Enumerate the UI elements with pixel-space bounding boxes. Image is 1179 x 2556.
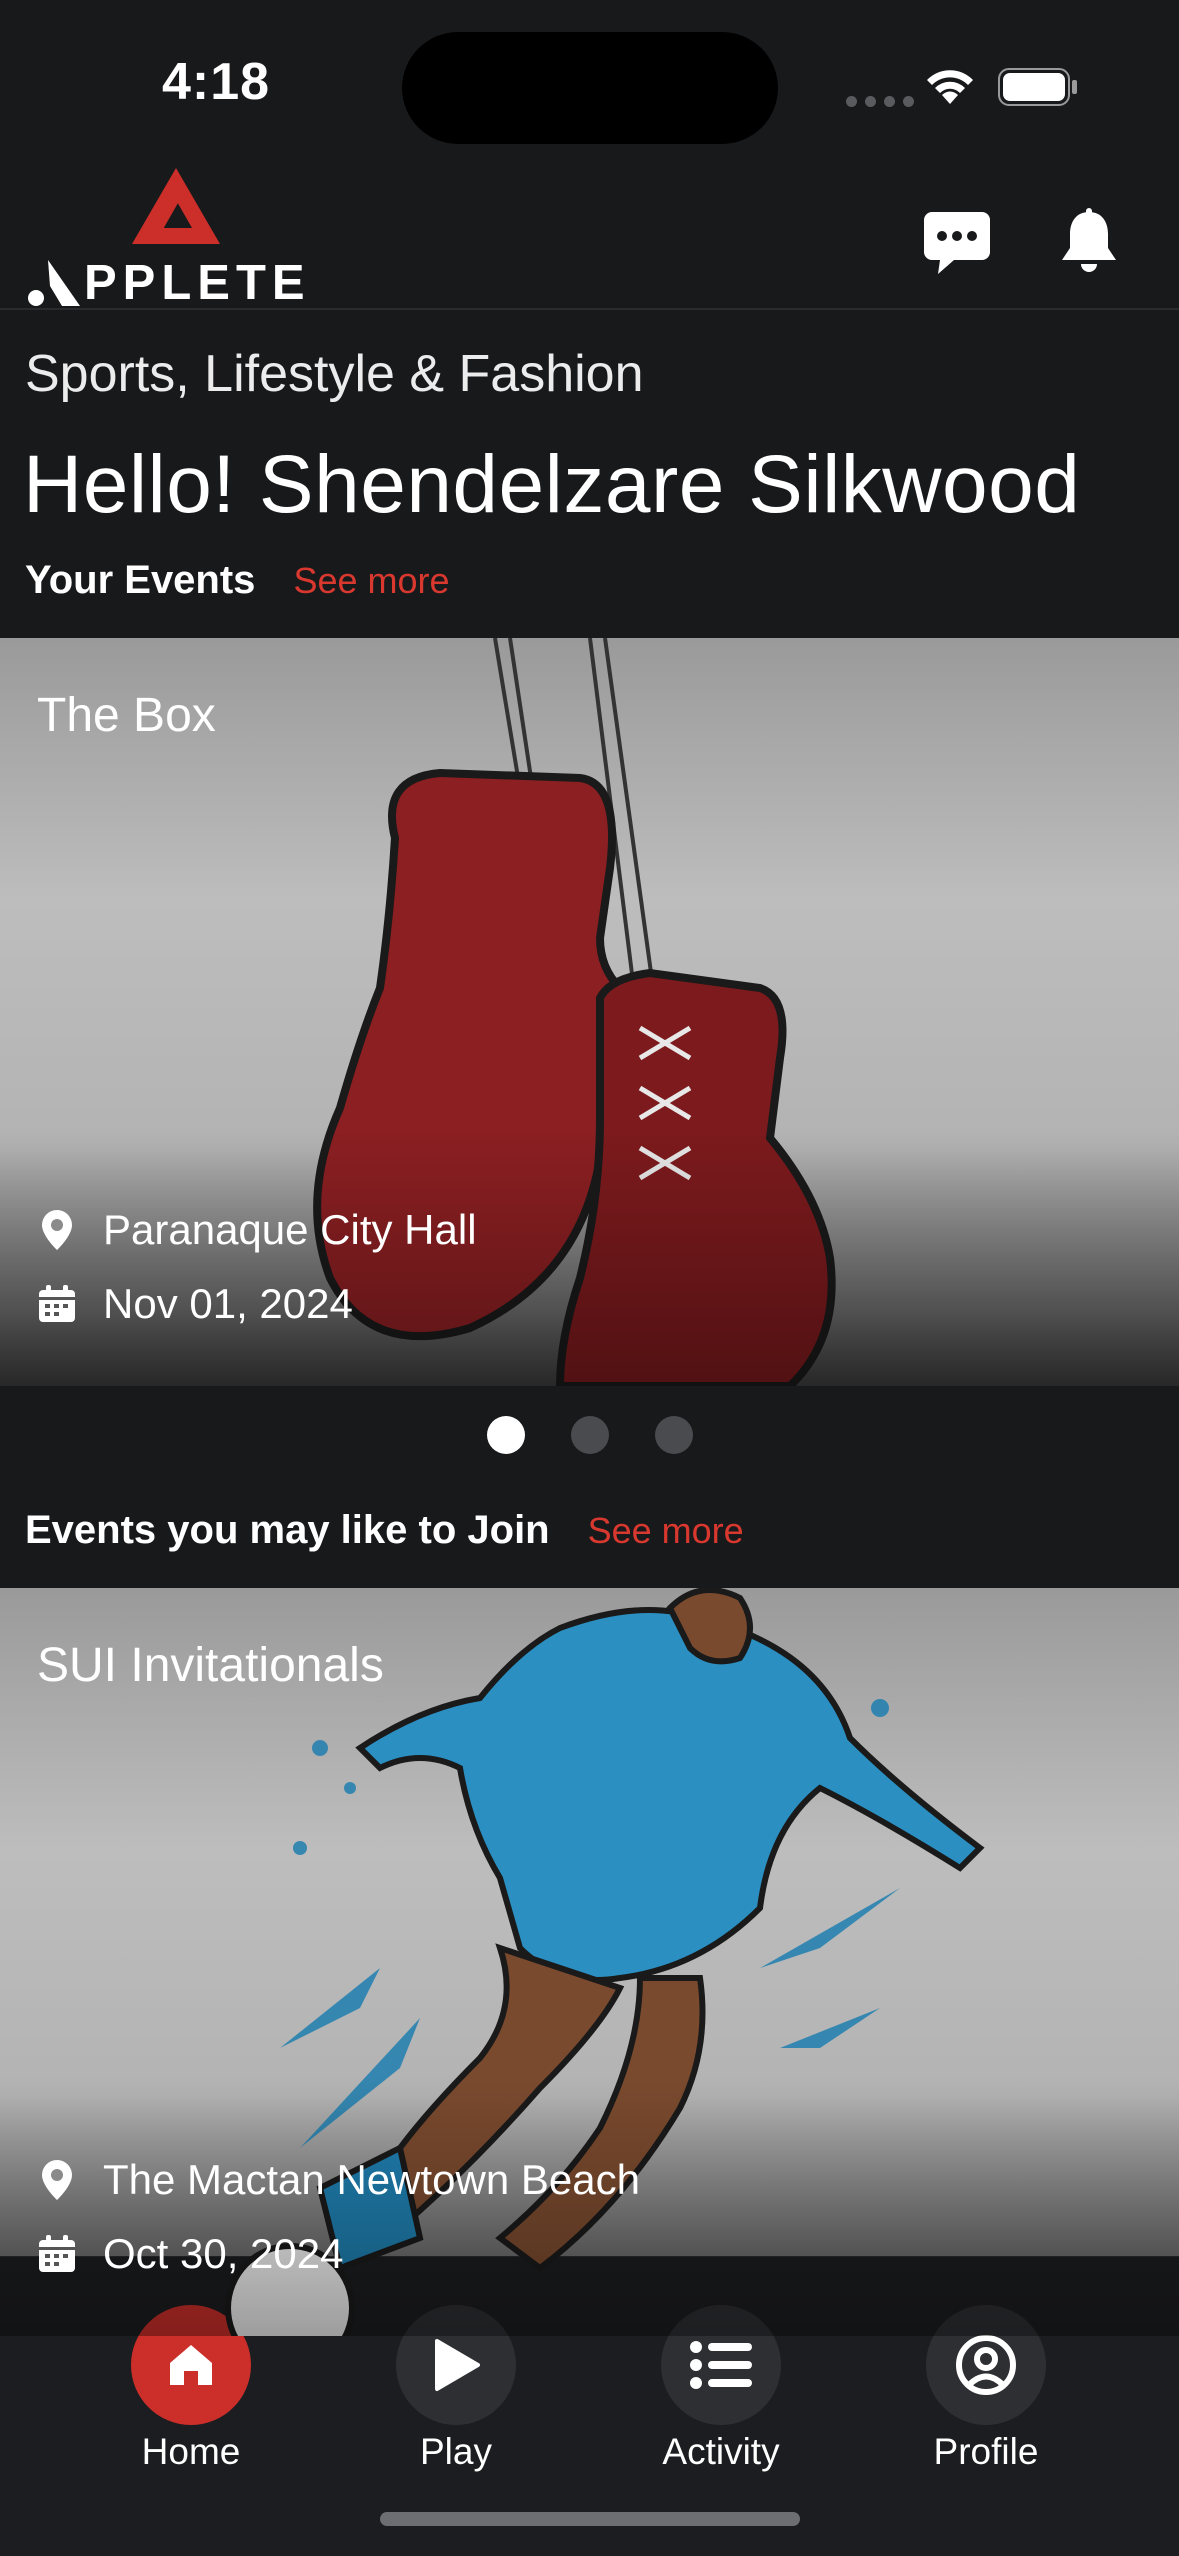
logo-triangle-icon <box>132 168 220 244</box>
event-card-location: Paranaque City Hall <box>37 1206 477 1254</box>
status-time: 4:18 <box>162 53 271 111</box>
your-events-see-more-link[interactable]: See more <box>293 560 449 602</box>
event-card-sui-invitationals[interactable]: SUI Invitationals The Mactan Newtown Bea… <box>0 1588 1179 2336</box>
suggested-events-title: Events you may like to Join <box>25 1508 550 1552</box>
home-indicator[interactable] <box>380 2512 800 2526</box>
logo-wordmark: PPLETE <box>84 256 311 310</box>
carousel-pagination <box>0 1416 1179 1454</box>
event-card-the-box[interactable]: The Box Paranaque City Hall Nov 01, 2024 <box>0 638 1179 1386</box>
event-card-date: Oct 30, 2024 <box>37 2230 344 2278</box>
calendar-icon <box>37 1284 77 1324</box>
carousel-dot[interactable] <box>570 1416 609 1454</box>
event-card-date: Nov 01, 2024 <box>37 1280 353 1328</box>
notification-bell-icon[interactable] <box>1058 208 1120 276</box>
wifi-icon <box>927 70 973 104</box>
location-pin-icon <box>37 1210 77 1250</box>
dynamic-island <box>402 32 778 144</box>
app-screen: 4:18 PPLETE Sports, Lifestyle & Fashion … <box>0 0 1179 2556</box>
location-pin-icon <box>37 2160 77 2200</box>
app-tagline: Sports, Lifestyle & Fashion <box>25 345 644 403</box>
your-events-title: Your Events <box>25 558 256 602</box>
event-card-title: SUI Invitationals <box>37 1639 384 1692</box>
carousel-dot[interactable] <box>486 1416 525 1454</box>
applete-logo[interactable]: PPLETE <box>24 166 324 310</box>
greeting-title: Hello! Shendelzare Silkwood <box>23 439 1081 530</box>
status-bar: 4:18 <box>0 0 1179 160</box>
suggested-events-header: Events you may like to Join See more <box>25 1508 744 1553</box>
calendar-icon <box>37 2234 77 2274</box>
suggested-events-see-more-link[interactable]: See more <box>588 1510 744 1552</box>
battery-icon <box>998 68 1077 106</box>
cellular-signal-icon <box>846 96 914 107</box>
event-card-location: The Mactan Newtown Beach <box>37 2156 640 2204</box>
event-card-title: The Box <box>37 689 216 742</box>
your-events-header: Your Events See more <box>25 558 450 603</box>
app-header: PPLETE <box>0 160 1179 310</box>
logo-a-icon <box>28 260 80 306</box>
chat-icon[interactable] <box>922 210 992 276</box>
carousel-dot[interactable] <box>654 1416 693 1454</box>
